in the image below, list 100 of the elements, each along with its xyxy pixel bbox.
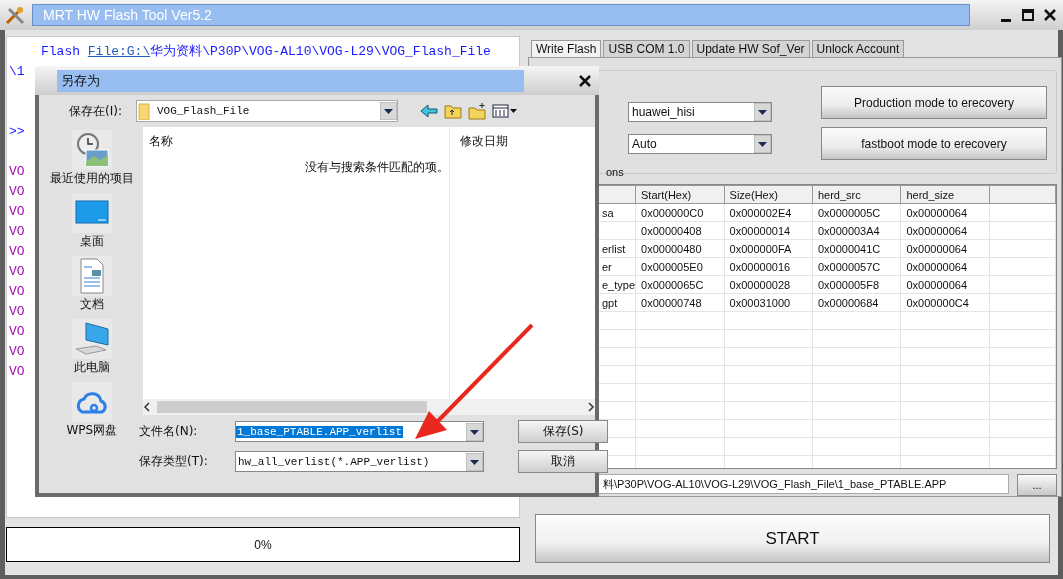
cloud-icon bbox=[71, 382, 112, 422]
log-line: \1 bbox=[9, 63, 25, 81]
log-line: VO bbox=[9, 183, 25, 201]
log-line: VO bbox=[9, 363, 25, 381]
view-menu-icon[interactable] bbox=[491, 104, 518, 118]
table-cell: 0x00000064 bbox=[900, 203, 990, 222]
table-cell: 0x0000065C bbox=[635, 275, 725, 294]
tab[interactable]: Write Flash bbox=[531, 40, 602, 57]
scroll-left-icon[interactable] bbox=[142, 402, 151, 412]
log-line: Flash File:G:\华为资料\P30P\VOG-AL10\VOG-L29\VOG_Flash_File bbox=[40, 43, 491, 61]
table-cell: 0x0000057C bbox=[812, 257, 901, 276]
table-cell: 0x00000684 bbox=[812, 293, 901, 312]
table-cell: 0x00000480 bbox=[635, 239, 725, 258]
dropdown-arrow-icon[interactable] bbox=[754, 135, 771, 153]
log-line: VO bbox=[9, 263, 25, 281]
tab[interactable]: Unlock Account bbox=[811, 40, 905, 57]
tab[interactable]: Update HW Sof_Ver bbox=[691, 40, 810, 57]
close-icon bbox=[1044, 9, 1056, 21]
mode-button[interactable]: fastboot mode to erecovery bbox=[821, 127, 1047, 160]
new-folder-icon[interactable] bbox=[467, 102, 486, 120]
column-header: Size(Hex) bbox=[724, 185, 813, 204]
location-dropdown[interactable]: VOG_Flash_File bbox=[135, 100, 398, 122]
scroll-right-icon[interactable] bbox=[587, 402, 595, 412]
place-item[interactable]: 最近使用的项目 bbox=[47, 130, 136, 185]
table-cell: 0x0000005C bbox=[812, 203, 901, 222]
close-icon bbox=[579, 74, 591, 87]
table-cell: 0x00000016 bbox=[724, 257, 813, 276]
close-button[interactable] bbox=[579, 74, 591, 87]
log-line: VO bbox=[9, 203, 25, 221]
file-name-label: 文件名(N): bbox=[139, 423, 199, 440]
tab[interactable]: USB COM 1.0 bbox=[603, 40, 690, 57]
up-folder-icon[interactable] bbox=[443, 103, 462, 119]
log-line: VO bbox=[9, 223, 25, 241]
table-cell: 0x000002E4 bbox=[724, 203, 813, 222]
group-label: ons bbox=[606, 165, 624, 178]
table-cell: 0x0000041C bbox=[812, 239, 901, 258]
dialog-title: 另存为 bbox=[57, 69, 524, 92]
place-item[interactable]: 桌面 bbox=[47, 193, 136, 248]
column-header[interactable]: 名称 bbox=[142, 132, 449, 150]
mode-button[interactable]: Production mode to erecovery bbox=[821, 86, 1047, 119]
empty-message: 没有与搜索条件匹配的项。 bbox=[304, 159, 449, 176]
table-cell: 0x00000028 bbox=[724, 275, 813, 294]
place-item[interactable]: WPS网盘 bbox=[47, 382, 136, 437]
dropdown-arrow-icon[interactable] bbox=[466, 452, 483, 471]
table-cell: 0x00000064 bbox=[900, 221, 990, 240]
desktop-icon bbox=[71, 193, 112, 233]
table-cell: 0x000005F8 bbox=[812, 275, 901, 294]
table-cell: 0x00000748 bbox=[635, 293, 725, 312]
table-cell: 0x000000C4 bbox=[900, 293, 990, 312]
table-cell: 0x000005E0 bbox=[635, 257, 725, 276]
table-cell: 0x00000408 bbox=[635, 221, 725, 240]
dropdown-arrow-icon[interactable] bbox=[466, 422, 483, 441]
column-header: herd_size bbox=[900, 185, 990, 204]
save-button[interactable]: 保存(S) bbox=[518, 420, 608, 443]
maximize-icon bbox=[1022, 9, 1034, 21]
location-label: 保存在(I): bbox=[69, 102, 122, 120]
dropdown[interactable]: huawei_hisi bbox=[628, 102, 772, 122]
column-header[interactable]: 修改日期 bbox=[448, 127, 508, 155]
column-header: herd_src bbox=[812, 185, 901, 204]
table-cell: 0x000000FA bbox=[724, 239, 813, 258]
file-link[interactable]: File:G:\ bbox=[87, 44, 151, 59]
cancel-button[interactable]: 取消 bbox=[518, 450, 608, 473]
log-line: VO bbox=[9, 243, 25, 261]
browse-button[interactable]: ... bbox=[1017, 474, 1057, 496]
log-line: VO bbox=[9, 163, 25, 181]
maximize-button[interactable] bbox=[1021, 8, 1035, 22]
column-header: Start(Hex) bbox=[635, 185, 725, 204]
document-icon bbox=[71, 256, 112, 296]
tools-icon bbox=[4, 4, 26, 26]
file-path-field[interactable]: 料\P30P\VOG-AL10\VOG-L29\VOG_Flash_File\1_base_PTABLE.APP bbox=[598, 474, 1009, 494]
minimize-icon bbox=[1001, 19, 1011, 22]
table-cell: 0x00000014 bbox=[724, 221, 813, 240]
log-line: VO bbox=[9, 283, 25, 301]
table-cell: 0x000000C0 bbox=[635, 203, 725, 222]
place-item[interactable]: 此电脑 bbox=[47, 319, 136, 374]
scrollbar[interactable] bbox=[142, 399, 595, 415]
table-cell: 0x00000064 bbox=[900, 275, 990, 294]
file-name-field[interactable]: 1_base_PTABLE.APP_verlist bbox=[235, 421, 484, 442]
place-item[interactable]: 文档 bbox=[47, 256, 136, 311]
recent-items-icon bbox=[71, 130, 112, 170]
start-button[interactable]: START bbox=[535, 514, 1050, 563]
dropdown[interactable]: Auto bbox=[628, 134, 772, 154]
file-type-label: 保存类型(T): bbox=[139, 453, 209, 470]
folder-icon bbox=[136, 102, 153, 120]
progress-text: 0% bbox=[254, 537, 272, 552]
table-cell: 0x00000064 bbox=[900, 257, 990, 276]
file-type-dropdown[interactable]: hw_all_verlist(*.APP_verlist) bbox=[235, 451, 484, 472]
back-arrow-icon[interactable] bbox=[419, 104, 438, 118]
log-line: >> bbox=[9, 123, 25, 141]
table-cell: 0x00000064 bbox=[900, 239, 990, 258]
dropdown-arrow-icon[interactable] bbox=[379, 102, 397, 120]
table-cell: 0x000003A4 bbox=[812, 221, 901, 240]
window-title: MRT HW Flash Tool Ver5.2 bbox=[32, 4, 970, 26]
table-cell: 0x00031000 bbox=[724, 293, 813, 312]
close-button[interactable] bbox=[1043, 8, 1057, 22]
computer-icon bbox=[71, 319, 112, 359]
log-line: VO bbox=[9, 323, 25, 341]
dropdown-arrow-icon[interactable] bbox=[754, 103, 771, 121]
log-line: VO bbox=[9, 343, 25, 361]
log-line: VO bbox=[9, 303, 25, 321]
